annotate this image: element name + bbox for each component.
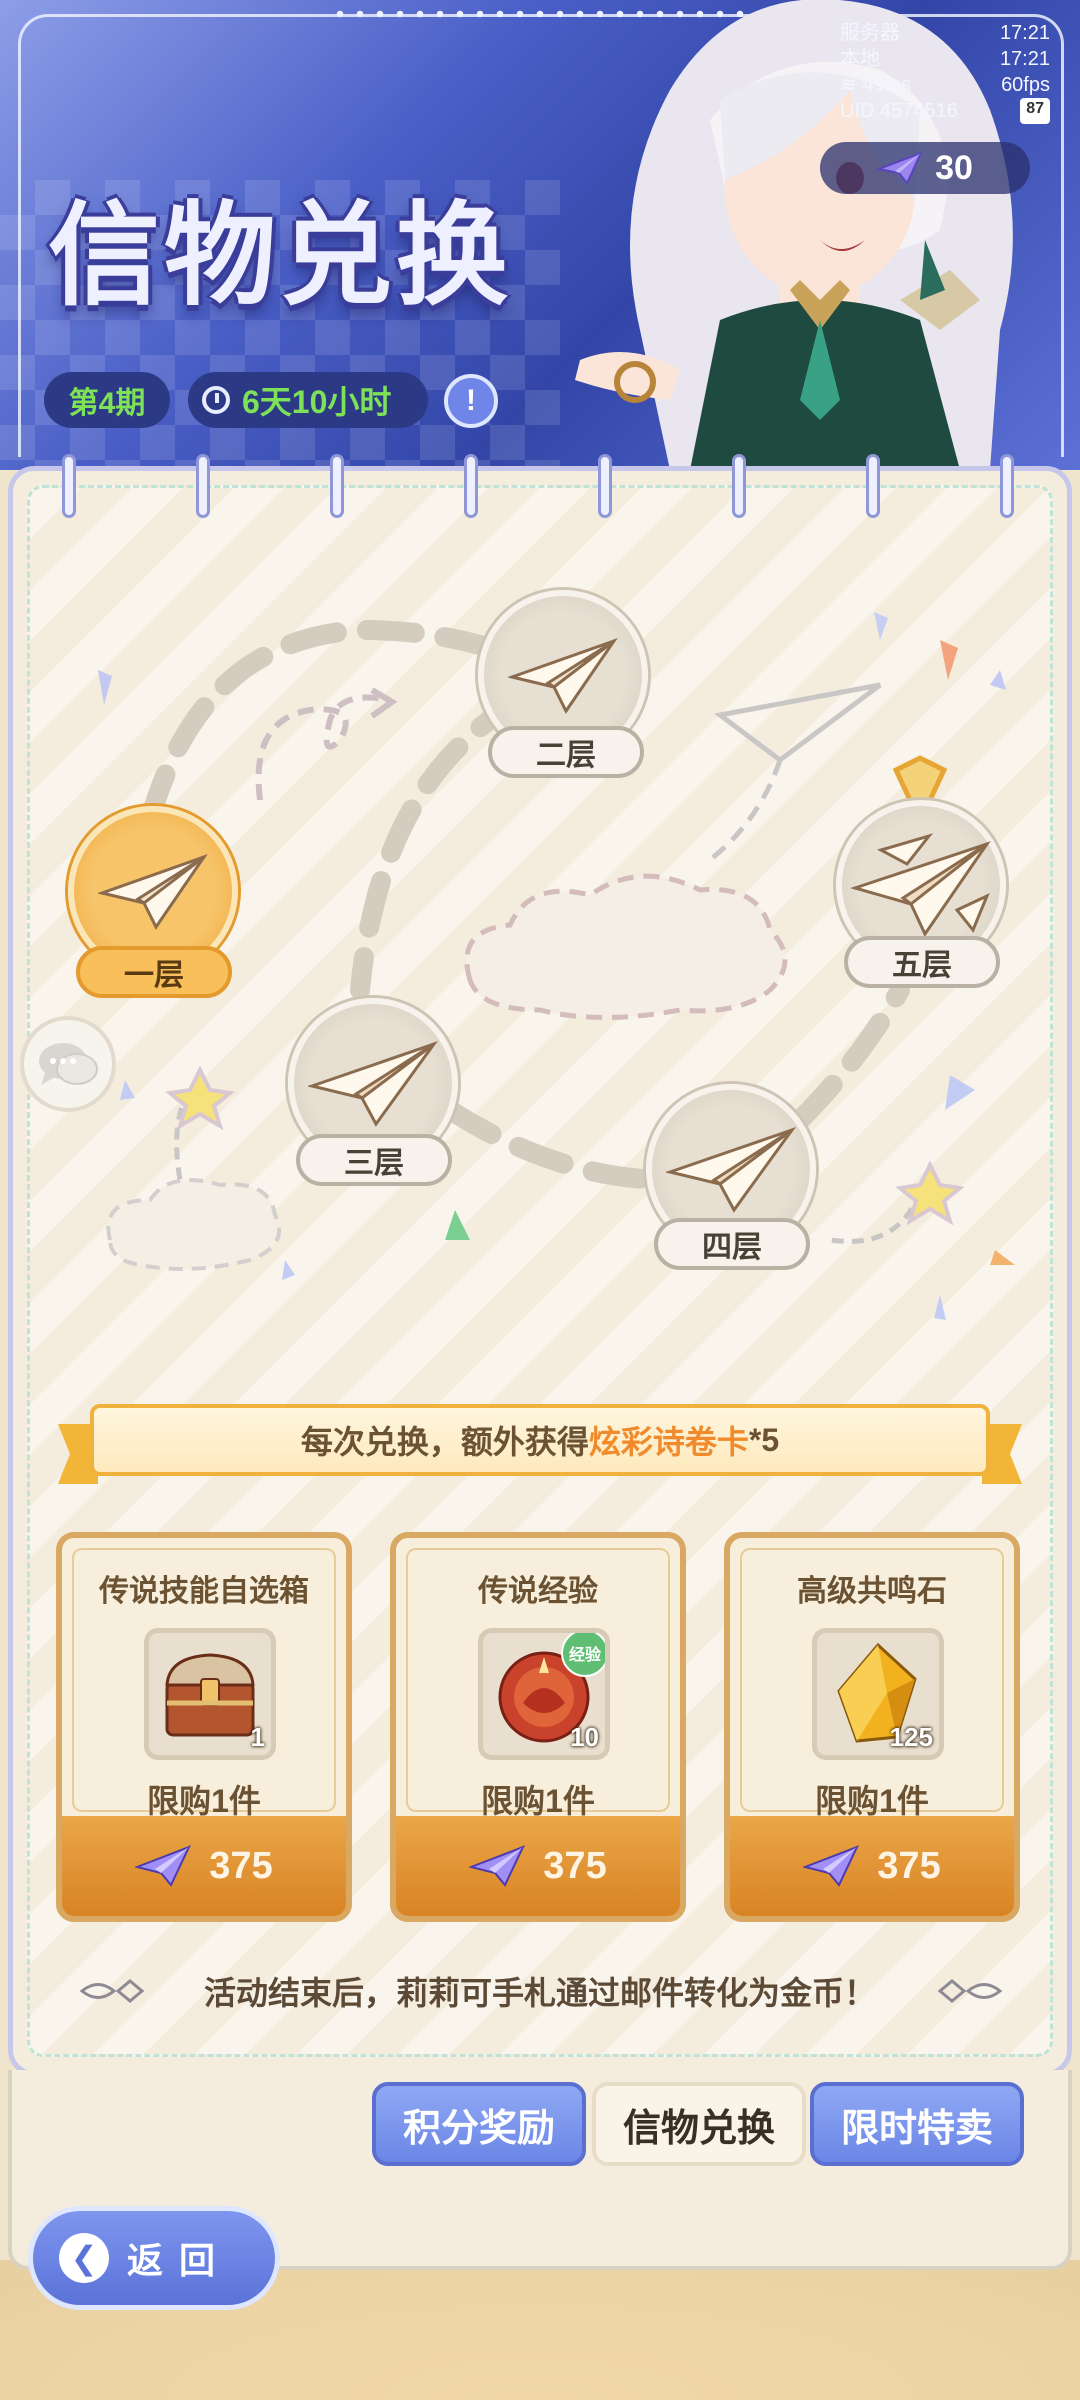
bonus-banner: 每次兑换，额外获得 炫彩诗卷卡 *5 [90,1404,990,1476]
exp-tag: 经验 [561,1633,605,1677]
notice-ornament-right [937,1979,1003,2003]
local-label: 本地 [840,48,880,70]
fps-readout: 60fps [1001,74,1050,96]
card-title: 传说经验 [478,1575,598,1608]
status-panel: 服务器 17:21 本地 17:21 ≋ 49ms 60fps UID 4574516… [840,20,1050,124]
paper-plane-icon [877,151,924,185]
timer-text: 6天10小时 [242,384,392,420]
paper-plane-icon [308,1041,438,1127]
back-button[interactable]: ❮ 返回 [28,2206,280,2310]
banner-prefix: 每次兑换，额外获得 [300,1424,589,1460]
page-title: 信物兑换 [48,193,512,318]
floor-label-4[interactable]: 四层 [654,1218,810,1270]
item-slot[interactable]: 125 [812,1628,944,1760]
floor-label-2[interactable]: 二层 [488,726,644,778]
binder-ring [866,454,880,518]
tab-points-reward[interactable]: 积分奖励 [372,2082,586,2166]
price-button[interactable]: 375 [730,1816,1014,1916]
binder-ring [598,454,612,518]
floor-label-3[interactable]: 三层 [296,1134,452,1186]
clock-icon [202,386,230,414]
battery-indicator: 87 [1020,98,1050,124]
server-label: 服务器 [840,22,900,44]
countdown-timer: 6天10小时 [188,372,428,428]
card-title: 传说技能自选箱 [99,1575,309,1608]
currency-counter: 30 [820,142,1030,194]
item-count: 10 [570,1722,599,1752]
event-notice: 活动结束后，莉莉可手札通过邮件转化为金币！ [203,1975,876,2011]
price-button[interactable]: 375 [396,1816,680,1916]
exchange-card[interactable]: 传说技能自选箱 1 限购1件 375 [56,1532,352,1922]
floor-label-1[interactable]: 一层 [76,946,232,998]
back-label: 返回 [127,2240,232,2281]
binder-ring [196,454,210,518]
tab-limited-sale[interactable]: 限时特卖 [810,2082,1024,2166]
server-time: 17:21 [999,22,1050,44]
back-arrow-icon: ❮ [59,2233,109,2283]
binder-ring [732,454,746,518]
wifi-icon: ≋ [840,74,863,96]
ping-readout: ≋ 49ms [840,72,911,98]
period-badge: 第4期 [44,372,170,428]
paper-plane-icon [469,1845,526,1887]
binder-ring [1000,454,1014,518]
banner-suffix: *5 [748,1421,780,1458]
item-count: 1 [250,1722,265,1752]
binder-ring [330,454,344,518]
currency-amount: 30 [935,148,973,187]
banner-highlight: 炫彩诗卷卡 [588,1424,749,1460]
exchange-card[interactable]: 传说经验 经验 10 限购1件 375 [390,1532,686,1922]
item-count: 125 [889,1722,933,1752]
price-value: 375 [543,1844,607,1887]
item-slot[interactable]: 1 [144,1628,276,1760]
exchange-card[interactable]: 高级共鸣石 125 限购1件 375 [724,1532,1020,1922]
info-icon: ! [466,384,476,417]
binder-ring [464,454,478,518]
paper-plane-icon [666,1127,796,1213]
card-title: 高级共鸣石 [797,1575,947,1608]
local-time: 17:21 [999,48,1050,70]
chat-icon [39,1043,98,1085]
binder-ring [62,454,76,518]
paper-plane-icon [803,1845,860,1887]
info-button[interactable]: ! [444,374,498,428]
floor-label-5[interactable]: 五层 [844,936,1000,988]
ping-value: 49ms [862,74,912,96]
paper-plane-icon [508,638,618,714]
paper-plane-icon [851,833,991,938]
paper-plane-icon [135,1845,192,1887]
uid-readout: UID 4574516 [840,100,958,122]
chat-button[interactable] [20,1016,116,1112]
tab-token-exchange[interactable]: 信物兑换 [592,2082,806,2166]
price-button[interactable]: 375 [62,1816,346,1916]
item-slot[interactable]: 经验 10 [478,1628,610,1760]
price-value: 375 [877,1844,941,1887]
paper-plane-icon [98,854,208,930]
price-value: 375 [209,1844,273,1887]
